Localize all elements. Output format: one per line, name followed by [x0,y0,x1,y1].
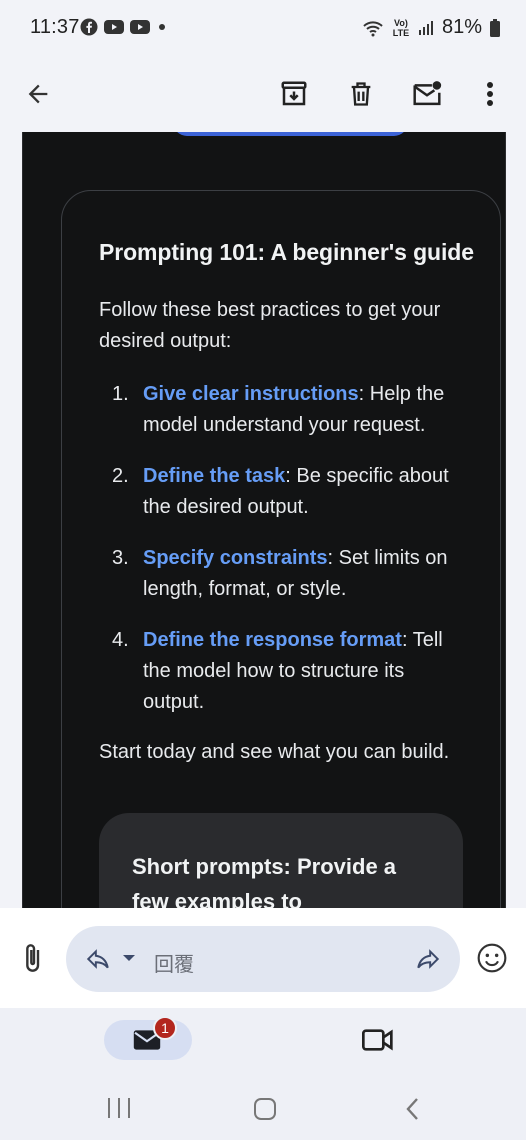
attach-button[interactable] [14,942,50,979]
email-content[interactable]: Prompting 101: A beginner's guide Follow… [0,132,526,908]
cta-button-edge[interactable] [173,132,408,136]
system-back-button[interactable] [402,1096,424,1127]
system-nav [0,1074,526,1140]
outro-text: Start today and see what you can build. [99,741,450,763]
status-bar: 11:37 Vo) LTE 81% [0,0,526,56]
youtube-icon [104,20,124,34]
email-body: Prompting 101: A beginner's guide Follow… [22,132,506,908]
home-icon [254,1098,276,1120]
bottom-nav: 1 [0,1008,526,1074]
home-button[interactable] [252,1096,278,1127]
signal-icon [418,20,433,35]
list-number: 4. [112,629,129,651]
forward-icon[interactable] [414,946,442,972]
chevron-left-icon [406,1098,418,1120]
app-bar [0,56,526,132]
trash-icon [351,82,371,106]
more-vert-icon [487,82,493,106]
back-arrow-icon [28,84,48,104]
list-keyword: Define the response format [143,629,402,651]
mark-unread-icon [413,81,442,106]
list-number: 3. [112,547,129,569]
emoji-icon [477,943,507,973]
reply-bar: 回覆 [0,908,526,1008]
nav-meet[interactable] [362,1026,394,1059]
chevron-down-icon[interactable] [122,953,136,963]
dot-icon [159,24,165,30]
facebook-icon [80,18,98,36]
list-number: 2. [112,465,129,487]
unread-badge: 1 [153,1016,177,1040]
archive-button[interactable] [270,70,318,118]
battery-icon [490,18,500,37]
intro-text: Follow these best practices to get your … [99,299,441,352]
list-keyword: Specify constraints [143,547,328,569]
emoji-button[interactable] [476,942,508,979]
list-number: 1. [112,383,129,405]
list-keyword: Define the task [143,465,286,487]
wifi-icon [363,20,383,36]
mark-unread-button[interactable] [403,70,451,118]
notification-icons [80,18,168,36]
tip-card: Short prompts: Provide a few examples to [99,813,463,908]
archive-icon [281,81,307,106]
list-keyword: Give clear instructions [143,383,359,405]
status-time: 11:37 [30,16,80,38]
network-label: Vo) LTE [392,17,410,38]
paperclip-icon [26,944,40,972]
recents-button[interactable] [104,1096,134,1125]
battery-percent: 81% [441,16,482,38]
tip-card-title: Short prompts: Provide a few examples to [132,854,397,908]
card-title: Prompting 101: A beginner's guide [99,239,474,265]
guide-card: Prompting 101: A beginner's guide Follow… [61,190,501,908]
nav-mail[interactable] [104,1020,192,1060]
reply-input[interactable]: 回覆 [66,926,460,992]
recents-icon [108,1098,130,1118]
video-camera-icon [362,1029,393,1051]
more-options-button[interactable] [466,70,514,118]
back-button[interactable] [14,70,62,118]
delete-button[interactable] [337,70,385,118]
status-right: Vo) LTE 81% [362,16,500,39]
reply-placeholder: 回覆 [154,954,194,976]
youtube-icon [130,20,150,34]
reply-icon[interactable] [84,946,112,972]
